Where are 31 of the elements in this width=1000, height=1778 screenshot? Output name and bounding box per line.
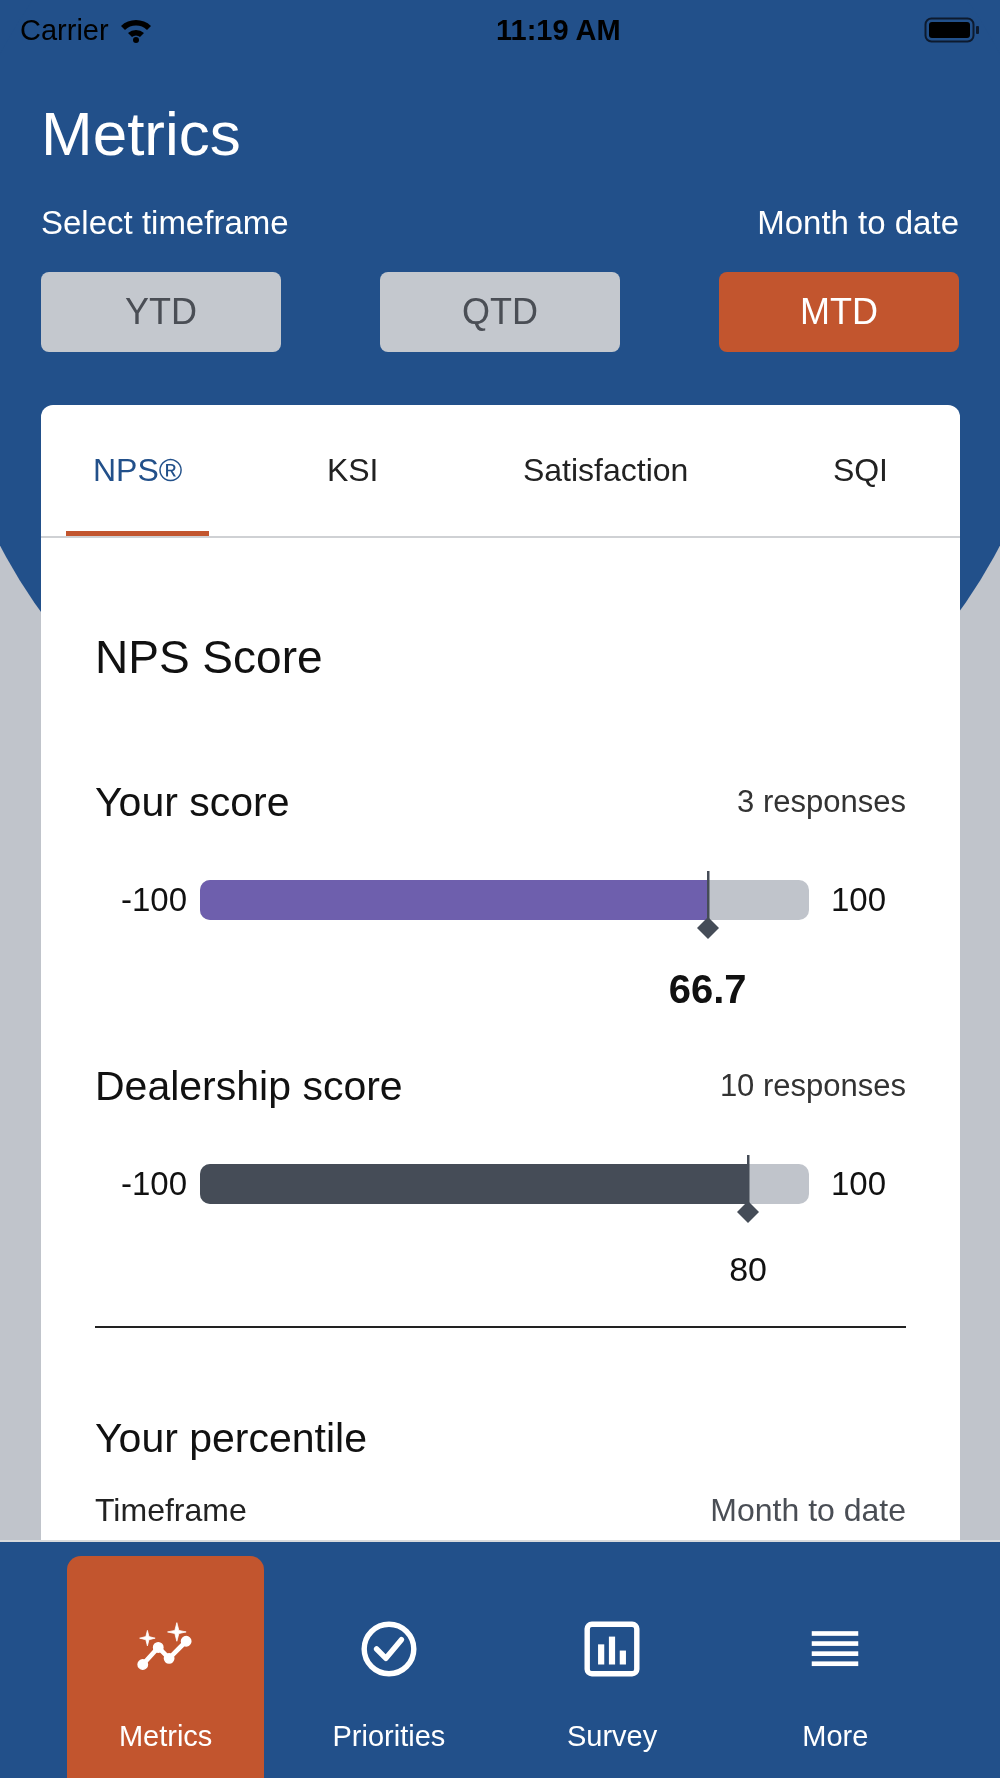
score-value: 80: [729, 1249, 767, 1290]
battery-icon: [924, 16, 980, 44]
metric-tab[interactable]: NPS®: [66, 405, 210, 536]
section-title: NPS Score: [95, 630, 323, 685]
timeframe-button[interactable]: YTD: [41, 272, 281, 352]
score-label: Your score: [95, 778, 290, 826]
nav-tab[interactable]: Priorities: [290, 1556, 488, 1778]
score-label: Dealership score: [95, 1062, 403, 1110]
metric-tab[interactable]: KSI: [299, 405, 406, 536]
nav-tab[interactable]: More: [736, 1556, 934, 1778]
score-value: 66.7: [668, 967, 747, 1011]
response-count: 10 responses: [719, 1068, 906, 1104]
nav-tab[interactable]: Survey: [513, 1556, 711, 1778]
clock-time: 11:19 AM: [496, 13, 621, 47]
metric-tab[interactable]: Satisfaction: [495, 405, 716, 536]
scale-min-label: -100: [120, 880, 187, 920]
timeframe-value: Month to date: [757, 203, 959, 243]
scale-max-label: 100: [831, 1164, 888, 1204]
scale-max-label: 100: [831, 880, 888, 920]
timeframe-button[interactable]: MTD: [719, 272, 959, 352]
timeframe-button[interactable]: QTD: [380, 272, 620, 352]
response-count: 3 responses: [737, 784, 906, 820]
row-value: Month to date: [710, 1491, 906, 1530]
carrier-label: Carrier: [20, 13, 109, 47]
scale-min-label: -100: [120, 1164, 187, 1204]
metric-tab[interactable]: SQI: [805, 405, 915, 536]
page-title: Metrics: [41, 98, 241, 170]
percentile-title: Your percentile: [95, 1414, 367, 1462]
row-label: Timeframe: [95, 1491, 247, 1530]
nav-tab[interactable]: Metrics: [67, 1556, 265, 1778]
timeframe-label: Select timeframe: [41, 203, 289, 243]
